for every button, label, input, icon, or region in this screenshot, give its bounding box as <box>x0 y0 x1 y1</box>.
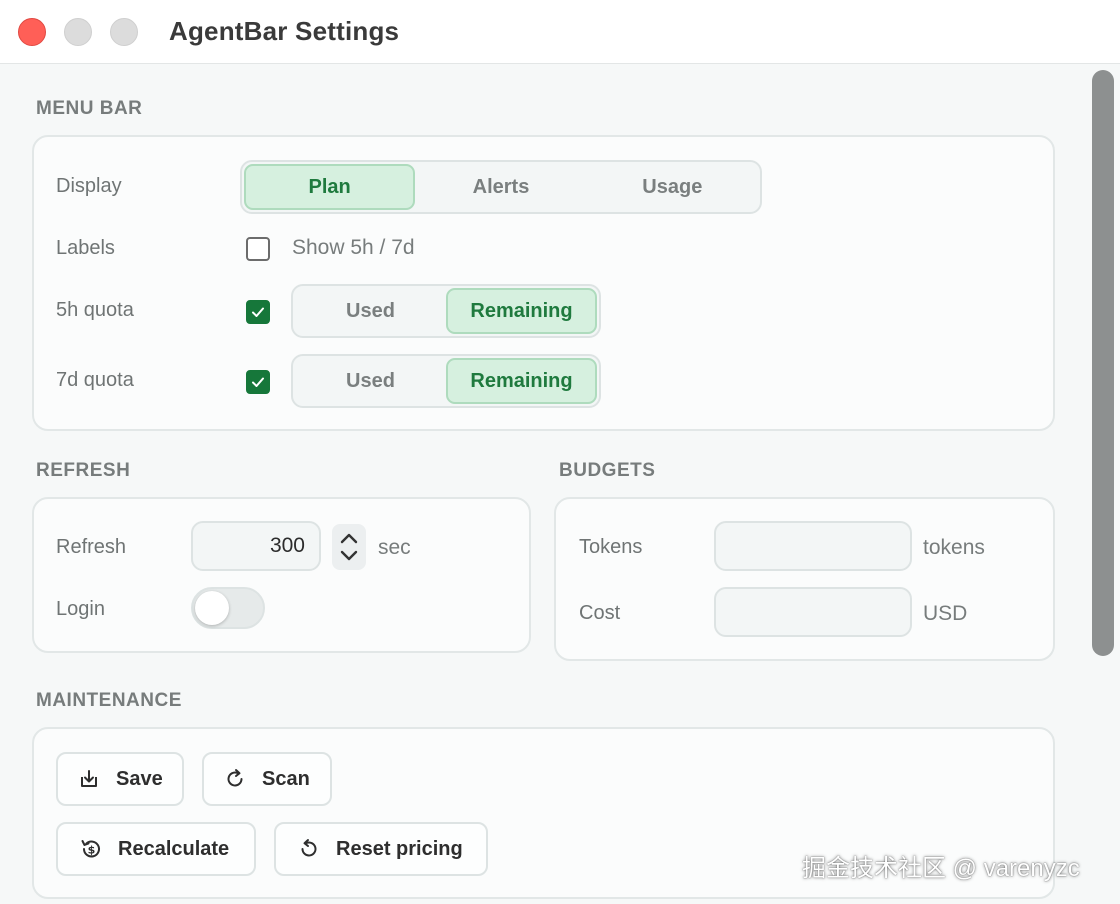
budgets-card: Tokens tokens Cost USD <box>554 497 1055 661</box>
reset-pricing-button[interactable]: Reset pricing <box>274 822 488 876</box>
quota-5h-checkbox[interactable] <box>246 300 270 324</box>
section-title-menu-bar: MENU BAR <box>36 98 143 119</box>
display-option-usage[interactable]: Usage <box>587 164 758 210</box>
display-label: Display <box>56 175 122 197</box>
quota-7d-label: 7d quota <box>56 369 134 391</box>
login-toggle[interactable] <box>191 587 265 629</box>
refresh-unit: sec <box>378 536 411 559</box>
section-title-maintenance: MAINTENANCE <box>36 690 182 711</box>
watermark-text: 掘金技术社区 @ varenyzc <box>802 855 1080 882</box>
show-5h-7d-text: Show 5h / 7d <box>292 236 415 259</box>
cost-budget-input[interactable] <box>714 587 912 637</box>
scan-button-label: Scan <box>262 767 310 790</box>
checkmark-icon <box>252 307 264 317</box>
save-button-label: Save <box>116 767 163 790</box>
show-5h-7d-checkbox[interactable] <box>246 237 270 261</box>
quota-7d-option-used[interactable]: Used <box>295 358 446 404</box>
menu-bar-card: Display Plan Alerts Usage Labels Show 5h… <box>32 135 1055 431</box>
chevron-up-icon[interactable] <box>339 532 359 544</box>
toggle-knob <box>195 591 229 625</box>
title-bar: AgentBar Settings <box>0 0 1120 64</box>
refresh-card: Refresh 300 sec Login <box>32 497 531 653</box>
display-option-plan[interactable]: Plan <box>244 164 416 210</box>
window-title: AgentBar Settings <box>169 16 400 46</box>
display-option-alerts[interactable]: Alerts <box>415 164 586 210</box>
vertical-scrollbar[interactable] <box>1092 70 1114 656</box>
scan-button[interactable]: Scan <box>202 752 332 806</box>
cost-label: Cost <box>579 602 621 624</box>
tokens-budget-input[interactable] <box>714 521 912 571</box>
save-button[interactable]: Save <box>56 752 184 806</box>
display-segmented-control: Plan Alerts Usage <box>240 160 762 214</box>
download-icon <box>76 766 102 792</box>
cost-unit: USD <box>923 602 968 625</box>
section-title-budgets: BUDGETS <box>559 460 656 481</box>
minimize-window-button[interactable] <box>64 18 92 46</box>
dollar-history-icon: $ <box>78 836 104 862</box>
recalculate-button[interactable]: $ Recalculate <box>56 822 256 876</box>
refresh-icon <box>222 766 248 792</box>
quota-5h-label: 5h quota <box>56 299 134 321</box>
checkmark-icon <box>252 377 264 387</box>
quota-7d-option-remaining[interactable]: Remaining <box>446 358 597 404</box>
quota-7d-checkbox[interactable] <box>246 370 270 394</box>
quota-5h-option-used[interactable]: Used <box>295 288 446 334</box>
recalculate-button-label: Recalculate <box>118 837 230 860</box>
refresh-interval-stepper[interactable] <box>332 524 366 570</box>
zoom-window-button[interactable] <box>110 18 138 46</box>
section-title-refresh: REFRESH <box>36 460 131 481</box>
svg-text:$: $ <box>88 844 96 857</box>
labels-label: Labels <box>56 237 115 259</box>
refresh-label: Refresh <box>56 536 127 558</box>
refresh-interval-input[interactable]: 300 <box>191 521 321 571</box>
quota-7d-segmented-control: Used Remaining <box>291 354 601 408</box>
settings-window: AgentBar Settings MENU BAR Display Plan … <box>0 0 1120 904</box>
login-label: Login <box>56 598 105 620</box>
quota-5h-segmented-control: Used Remaining <box>291 284 601 338</box>
reset-pricing-button-label: Reset pricing <box>336 837 463 860</box>
reset-icon <box>296 836 322 862</box>
close-window-button[interactable] <box>18 18 46 46</box>
quota-5h-option-remaining[interactable]: Remaining <box>446 288 597 334</box>
tokens-label: Tokens <box>579 536 643 558</box>
chevron-down-icon[interactable] <box>339 550 359 562</box>
tokens-unit: tokens <box>923 536 985 559</box>
